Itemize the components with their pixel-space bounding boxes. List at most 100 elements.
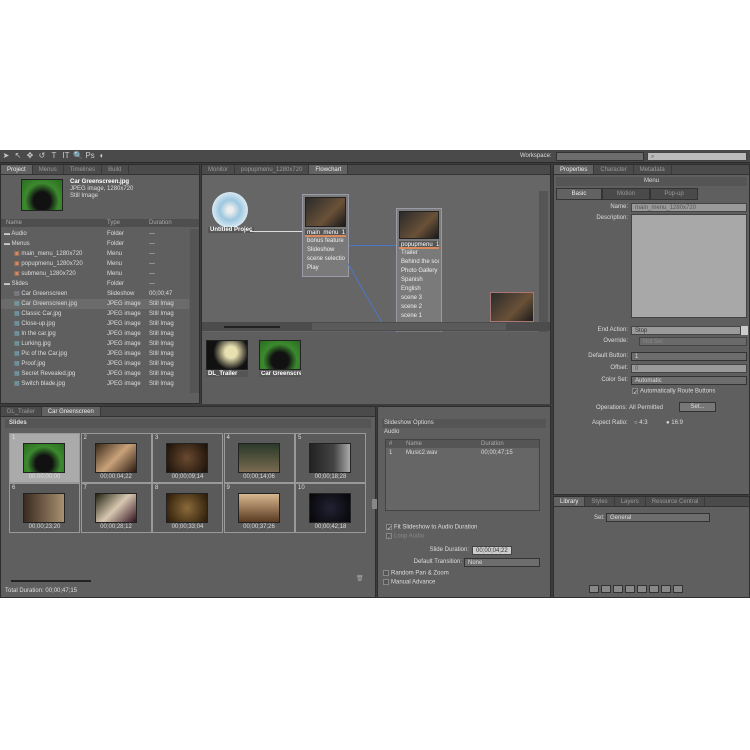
direct-select-icon[interactable]: ↖: [13, 151, 23, 161]
menu-button-item[interactable]: bonus feature: [305, 237, 346, 246]
menu-button-item[interactable]: English: [399, 285, 439, 294]
end-action-arrow-button[interactable]: [741, 326, 748, 335]
slide-item[interactable]: 1 00;00;00;00: [9, 433, 80, 483]
project-row[interactable]: ▤ Car Greenscreen Slideshow 00;00;47: [1, 289, 189, 299]
slide-item[interactable]: 3 00;00;09;14: [152, 433, 223, 483]
color-set-select[interactable]: Automatic: [631, 376, 747, 385]
button-icon[interactable]: [601, 585, 611, 593]
text-tool-icon[interactable]: T: [49, 151, 59, 161]
photoshop-icon[interactable]: Ps: [85, 151, 95, 161]
project-row[interactable]: ▦ Switch blade.jpg JPEG image Still Imag: [1, 379, 189, 389]
menu-button-item[interactable]: Trailer: [399, 249, 439, 258]
name-field[interactable]: main_menu_1280x720: [631, 203, 747, 212]
offset-field[interactable]: 0: [631, 364, 747, 373]
slide-duration-field[interactable]: 00;00;04;22: [472, 546, 512, 555]
bin-item-label[interactable]: DL_Trailer: [206, 371, 248, 377]
tab-timelines[interactable]: Timelines: [64, 165, 103, 174]
set-button[interactable]: Set...: [679, 402, 716, 412]
slide-item[interactable]: 4 00;00;14;06: [223, 433, 295, 483]
tab-menus[interactable]: Menus: [33, 165, 64, 174]
project-row[interactable]: ▦ Proof.jpg JPEG image Still Imag: [1, 359, 189, 369]
project-row[interactable]: ▣ popupmenu_1280x720 Menu ---: [1, 259, 189, 269]
slide-item[interactable]: 8 00;00;33;04: [152, 483, 223, 533]
project-row[interactable]: ▦ Car Greenscreen.jpg JPEG image Still Ima…: [1, 299, 189, 309]
slide-item[interactable]: 6 00;00;23;20: [9, 483, 80, 533]
menu-button-item[interactable]: Play: [305, 264, 346, 273]
tab-library[interactable]: Library: [554, 497, 586, 506]
new-menu-icon[interactable]: [589, 585, 599, 593]
slide-zoom-slider[interactable]: [11, 580, 91, 582]
vertical-text-icon[interactable]: IT: [61, 151, 71, 161]
tab-monitor[interactable]: Monitor: [202, 165, 236, 174]
project-row[interactable]: ▦ The Cops.jpgJPEG imageStill Imag: [1, 389, 189, 391]
description-field[interactable]: [631, 214, 747, 318]
image-icon[interactable]: [613, 585, 623, 593]
set-select[interactable]: General: [606, 513, 710, 522]
tab-popupmenu[interactable]: popupmenu_1280x720: [235, 165, 310, 174]
tab-flowchart[interactable]: Flowchart: [309, 165, 349, 174]
subtab-motion[interactable]: Motion: [602, 188, 650, 200]
slide-item[interactable]: 2 00;00;04;22: [80, 433, 152, 483]
project-row[interactable]: ▬ Audio Folder ---: [1, 229, 189, 239]
slide-item[interactable]: 7 00;00;28;12: [80, 483, 152, 533]
disc-label[interactable]: Untitled Projec: [208, 227, 255, 233]
end-action-field[interactable]: Stop: [631, 326, 741, 335]
tab-car-greenscreen[interactable]: Car Greenscreen: [41, 407, 101, 416]
slide-item[interactable]: 10 00;00;42;18: [295, 483, 366, 533]
project-row[interactable]: ▣ submenu_1280x720 Menu ---: [1, 269, 189, 279]
slide-item[interactable]: 9 00;00;37;26: [223, 483, 295, 533]
menu-button-item[interactable]: Spanish: [399, 276, 439, 285]
tab-layers[interactable]: Layers: [615, 497, 646, 506]
preview-icon[interactable]: ◐: [97, 151, 107, 161]
flowchart-hscroll[interactable]: [312, 323, 506, 330]
audio-row[interactable]: 1 Music2.wav 00;00;47;15: [386, 448, 539, 458]
menu-button-item[interactable]: scene selectio: [305, 255, 346, 264]
folder-icon[interactable]: [637, 585, 647, 593]
project-row[interactable]: ▬ Slides Folder ---: [1, 279, 189, 289]
place-icon[interactable]: [673, 585, 683, 593]
flowchart-vscroll[interactable]: [539, 191, 548, 336]
bin-item-label[interactable]: Car Greenscre: [259, 371, 301, 377]
text-icon[interactable]: [649, 585, 659, 593]
bin-item-thumb[interactable]: [206, 340, 248, 370]
subtab-basic[interactable]: Basic: [556, 188, 602, 200]
menu-button-item[interactable]: scene 3: [399, 294, 439, 303]
auto-route-checkbox[interactable]: ✓ Automatically Route Buttons: [632, 388, 715, 396]
project-row[interactable]: ▦ Close-up.jpg JPEG image Still Imag: [1, 319, 189, 329]
tab-metadata[interactable]: Metadata: [634, 165, 672, 174]
zoom-tool-icon[interactable]: 🔍: [73, 151, 83, 161]
tab-project[interactable]: Project: [1, 165, 33, 174]
expand-arrow[interactable]: [372, 499, 377, 509]
random-pan-checkbox[interactable]: Random Pan & Zoom: [383, 570, 449, 577]
project-row[interactable]: ▦ Pic of the Car.jpg JPEG image Still Imag: [1, 349, 189, 359]
project-row[interactable]: ▦ In the car.jpg JPEG image Still Imag: [1, 329, 189, 339]
menu-button-item[interactable]: Photo Gallery: [399, 267, 439, 276]
slide-item[interactable]: 5 00;00;18;28: [295, 433, 366, 483]
tab-character[interactable]: Character: [594, 165, 634, 174]
delete-icon[interactable]: [661, 585, 671, 593]
menu-button-item[interactable]: Behind the sce: [399, 258, 439, 267]
tab-styles[interactable]: Styles: [585, 497, 615, 506]
tab-properties[interactable]: Properties: [554, 165, 595, 174]
workspace-select[interactable]: [556, 152, 644, 161]
search-input[interactable]: ⌕: [647, 152, 747, 161]
popup-menu-node[interactable]: popupmenu_1 Trailer Behind the sce Photo G…: [396, 208, 442, 338]
project-row[interactable]: ▬ Menus Folder ---: [1, 239, 189, 249]
tab-resource-central[interactable]: Resource Central: [646, 497, 706, 506]
trash-icon[interactable]: 🗑: [356, 575, 364, 582]
aspect-169-radio[interactable]: ● 16:9: [666, 420, 683, 426]
submenu-node[interactable]: [490, 292, 534, 322]
menu-button-item[interactable]: scene 1: [399, 312, 439, 321]
default-button-select[interactable]: 1: [631, 352, 747, 361]
menu-button-item[interactable]: Slideshow: [305, 246, 346, 255]
move-tool-icon[interactable]: ✥: [25, 151, 35, 161]
default-transition-select[interactable]: None: [464, 558, 540, 567]
project-scrollbar[interactable]: [190, 229, 199, 393]
project-row[interactable]: ▣ main_menu_1280x720 Menu ---: [1, 249, 189, 259]
aspect-43-radio[interactable]: ○ 4:3: [634, 420, 648, 426]
tab-dl-trailer[interactable]: DL_Trailer: [1, 407, 42, 416]
bin-item-thumb[interactable]: [259, 340, 301, 370]
main-menu-node[interactable]: main_menu_1 bonus feature Slideshow scene …: [302, 194, 349, 277]
manual-advance-checkbox[interactable]: Manual Advance: [383, 579, 435, 586]
background-icon[interactable]: [625, 585, 635, 593]
